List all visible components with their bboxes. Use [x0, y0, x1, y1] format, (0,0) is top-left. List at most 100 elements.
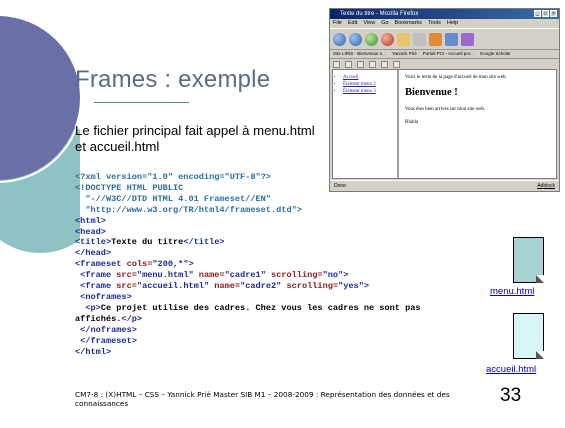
code-frame1-end: > — [343, 270, 349, 281]
decor-white-ring — [0, 13, 80, 183]
code-frame1-attr-name: name= — [193, 270, 225, 281]
frame-welcome-text: Vous êtes bien arrivés sur mon site web. — [405, 107, 486, 112]
menu-tools[interactable]: Tools — [428, 19, 441, 28]
code-frame2-val-name: "cadre2" — [240, 281, 282, 292]
reload-icon[interactable] — [365, 32, 378, 46]
code-line-noframes-open: <noframes> — [75, 291, 132, 302]
browser-menubar: File Edit View Go Bookmarks Tools Help — [330, 19, 559, 28]
code-line-html-close: </html> — [75, 346, 112, 357]
menu-edit[interactable]: Edit — [348, 19, 357, 28]
bookmark-yannick[interactable]: Yannick Prié — [392, 50, 417, 58]
code-line-head-open: <head> — [75, 226, 106, 237]
code-line-public-id: "-//W3C//DTD HTML 4.01 Frameset//EN" — [75, 193, 271, 204]
code-frame2-end: > — [363, 281, 370, 292]
browser-titlebar: Texte du titre - Mozilla Firefox _ □ × — [330, 9, 559, 19]
frame-menu-link[interactable]: Élément menu 3 — [343, 88, 394, 95]
menu-go[interactable]: Go — [381, 19, 388, 28]
status-right: Adblock — [537, 181, 555, 192]
code-title-close: </title> — [183, 237, 225, 248]
code-frame1-tag: <frame — [75, 270, 112, 281]
mail-icon[interactable] — [445, 32, 458, 46]
code-line-dtd-url: "http://www.w3.org/TR/html4/frameset.dtd… — [75, 204, 302, 215]
back-icon[interactable] — [333, 32, 346, 46]
accueil-file-icon — [513, 313, 544, 359]
extension-icon[interactable] — [429, 32, 442, 46]
frame-menu-link[interactable]: Élément menu 2 — [343, 81, 394, 88]
stop-icon[interactable] — [381, 32, 394, 46]
code-frameset-tag: <frameset — [75, 259, 122, 270]
adblock-label[interactable]: Adblock — [537, 181, 555, 192]
tab-button[interactable] — [381, 60, 388, 68]
close-icon[interactable]: × — [550, 10, 557, 17]
browser-toolbar — [330, 28, 559, 50]
page-fold-icon — [536, 275, 544, 283]
menu-frame: Accueil Élément menu 2 Élément menu 3 — [333, 70, 399, 178]
code-line-paragraph: <p>Ce projet utilise des cadres. Chez vo… — [75, 303, 470, 325]
code-frame1-val-name: "cadre1" — [224, 270, 266, 281]
frame-menu-link[interactable]: Accueil — [343, 74, 394, 81]
home-icon[interactable] — [397, 32, 410, 46]
print-icon[interactable] — [413, 32, 426, 46]
code-line-title: <title>Texte du titre</title> — [75, 237, 470, 248]
frame-blabla-text: Blabla — [405, 120, 419, 125]
code-frame1-attr-src: src= — [111, 270, 137, 281]
status-text: Done — [334, 183, 346, 189]
decor-blue-circle — [0, 16, 80, 180]
code-line-html-open: <html> — [75, 215, 106, 226]
code-line-frame-menu: <frame src="menu.html" name="cadre1" scr… — [75, 270, 470, 281]
code-line-frameset-close: </frameset> — [75, 335, 137, 346]
browser-statusbar: Done Adblock — [330, 180, 559, 191]
slide-decoration — [0, 13, 80, 253]
frame-heading: Bienvenue ! — [405, 87, 458, 98]
browser-screenshot: Texte du titre - Mozilla Firefox _ □ × F… — [329, 8, 560, 192]
code-frame2-val-src: "accueil.html" — [136, 281, 210, 292]
code-p-close: </p> — [121, 313, 143, 324]
page-fold-icon — [536, 351, 544, 359]
menu-file-icon — [513, 237, 544, 283]
code-p-open: <p> — [75, 302, 101, 313]
slide-title: Frames : exemple — [75, 66, 271, 93]
accueil-file-label[interactable]: accueil.html — [486, 364, 536, 375]
forward-icon[interactable] — [349, 32, 362, 46]
maximize-icon[interactable]: □ — [542, 10, 549, 17]
slide-intro: Le fichier principal fait appel à menu.h… — [75, 123, 315, 154]
code-title-text: Texte du titre — [111, 237, 184, 248]
frame-menu-list: Accueil Élément menu 2 Élément menu 3 — [336, 74, 394, 95]
code-frame2-attr-scrolling: scrolling= — [281, 281, 339, 292]
bookmark-liris[interactable]: Site LIRIS - Bienvenue s... — [333, 50, 386, 58]
bookmark-scholar[interactable]: Google Scholar — [480, 50, 511, 58]
browser-tabbar — [330, 58, 559, 69]
decor-teal-circle — [0, 117, 80, 253]
code-frame1-attr-scrolling: scrolling= — [265, 270, 323, 281]
browser-window-title: Texte du titre - Mozilla Firefox — [340, 11, 419, 17]
main-frame: Voici le texte de la page d'accueil de m… — [399, 70, 556, 178]
code-frame1-val-scrolling: "no" — [322, 270, 344, 281]
tab-button[interactable] — [369, 60, 376, 68]
menu-file[interactable]: File — [333, 19, 342, 28]
minimize-icon[interactable]: _ — [534, 10, 541, 17]
code-line-head-close: </head> — [75, 248, 112, 259]
code-line-frameset: <frameset cols="200,*"> — [75, 259, 470, 270]
browser-viewport: Accueil Élément menu 2 Élément menu 3 Vo… — [332, 69, 557, 179]
code-line-noframes-close: </noframes> — [75, 324, 137, 335]
menu-view[interactable]: View — [363, 19, 375, 28]
code-frame1-val-src: "menu.html" — [136, 270, 194, 281]
code-frame2-attr-src: src= — [111, 281, 137, 292]
bookmark-portail[interactable]: Portail PCI - Accueil por... — [423, 50, 474, 58]
code-line-frame-accueil: <frame src="accueil.html" name="cadre2" … — [75, 281, 470, 292]
code-title-open: <title> — [75, 237, 112, 248]
menu-help[interactable]: Help — [447, 19, 458, 28]
tab-button[interactable] — [333, 60, 340, 68]
tab-button[interactable] — [393, 60, 400, 68]
tab-button[interactable] — [357, 60, 364, 68]
code-frameset-val: "200,*" — [152, 259, 189, 270]
menu-file-label[interactable]: menu.html — [490, 286, 534, 297]
code-frame2-attr-name: name= — [209, 281, 241, 292]
addon-icon[interactable] — [461, 32, 474, 46]
window-controls: _ □ × — [534, 10, 557, 17]
slide: Frames : exemple Le fichier principal fa… — [0, 0, 565, 428]
tab-button[interactable] — [345, 60, 352, 68]
code-frameset-end: > — [188, 259, 194, 270]
menu-bookmarks[interactable]: Bookmarks — [395, 19, 423, 28]
code-listing: <?xml version="1.0" encoding="UTF-8"?> <… — [75, 172, 470, 357]
